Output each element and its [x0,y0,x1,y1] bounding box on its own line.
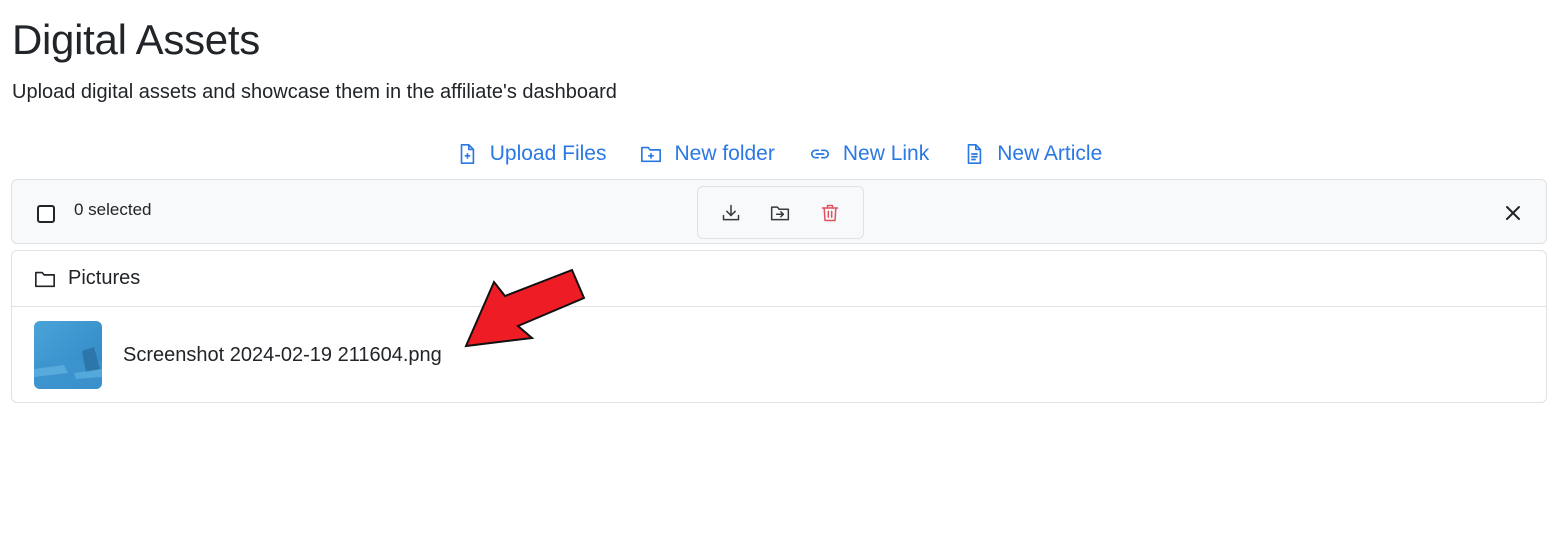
trash-icon [821,204,839,221]
page-subtitle: Upload digital assets and showcase them … [12,81,617,103]
new-folder-label: New folder [674,142,775,165]
upload-files-button[interactable]: Upload Files [456,138,607,170]
file-thumbnail [34,321,102,389]
page-title: Digital Assets [12,16,260,63]
folder-name: Pictures [68,267,141,289]
delete-button[interactable] [812,195,848,231]
new-article-button[interactable]: New Article [963,138,1102,170]
move-to-folder-icon [771,205,790,220]
action-bar: Upload Files New folder New Link New Art… [0,138,1558,170]
folder-icon [35,271,55,287]
new-article-label: New Article [997,142,1103,165]
asset-list: Pictures Screenshot 2024-02-19 211604.pn… [11,250,1547,403]
select-all-checkbox[interactable] [37,205,55,223]
selection-bar: 0 selected [11,179,1547,244]
download-button[interactable] [713,195,749,231]
file-text-icon [967,144,982,164]
new-link-button[interactable]: New Link [809,138,929,170]
file-row[interactable]: Screenshot 2024-02-19 211604.png [12,307,1546,403]
new-link-label: New Link [842,142,930,165]
file-plus-icon [460,144,474,164]
file-name: Screenshot 2024-02-19 211604.png [123,343,442,366]
bulk-action-toolbar [697,186,864,239]
download-icon [722,204,740,220]
selected-count: 0 selected [74,200,152,219]
close-icon[interactable] [1504,204,1522,222]
link-icon [810,149,829,159]
folder-plus-icon [641,146,662,163]
new-folder-button[interactable]: New folder [640,138,775,170]
move-to-folder-button[interactable] [762,195,798,231]
folder-row[interactable]: Pictures [12,251,1546,307]
upload-files-label: Upload Files [489,142,607,165]
